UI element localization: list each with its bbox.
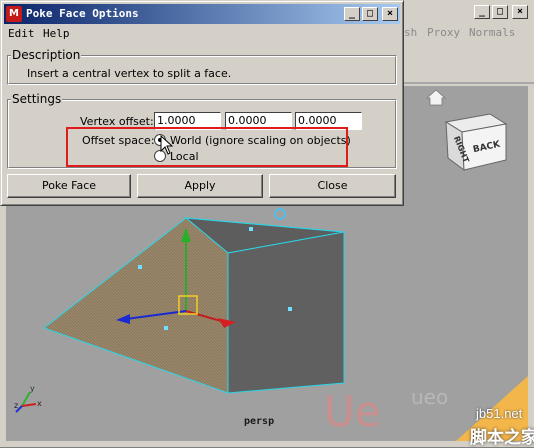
axis-x-label: x [37, 399, 42, 408]
watermark-site-cn: 脚本之家 [470, 428, 534, 447]
apply-button[interactable]: Apply [137, 174, 263, 198]
watermark-logo: Ue [324, 387, 381, 436]
dialog-window-controls: _ □ × [344, 7, 398, 21]
dialog-menubar: Edit Help [4, 26, 400, 43]
watermark-site: jb51.net [476, 406, 523, 421]
description-title: Description [11, 48, 82, 62]
pivot-ring[interactable] [274, 208, 286, 220]
vertex[interactable] [138, 265, 142, 269]
maya-close-button[interactable]: × [512, 5, 528, 19]
axis-z-label: z [14, 401, 18, 410]
maya-maximize-button[interactable]: □ [492, 5, 508, 19]
maya-icon: M [6, 6, 22, 22]
maya-menu-normals[interactable]: Normals [469, 26, 515, 39]
home-icon[interactable] [425, 89, 447, 106]
poke-face-options-dialog: M Poke Face Options _ □ × Edit Help Desc… [0, 0, 404, 206]
mesh-front-face[interactable] [227, 231, 345, 394]
close-button[interactable]: Close [269, 174, 396, 198]
menu-help[interactable]: Help [43, 27, 70, 40]
axis-y-label: y [30, 384, 35, 393]
dialog-minimize-button[interactable]: _ [344, 7, 360, 21]
maya-menu-mesh[interactable]: sh [404, 26, 417, 39]
maya-window-controls: _ □ × [474, 5, 528, 19]
vertex[interactable] [288, 307, 292, 311]
vertex[interactable] [164, 326, 168, 330]
camera-label: persp [244, 416, 275, 427]
dialog-titlebar[interactable]: M Poke Face Options _ □ × [4, 4, 400, 24]
menu-edit[interactable]: Edit [8, 27, 35, 40]
mouse-cursor-icon [160, 135, 174, 155]
dialog-maximize-button[interactable]: □ [362, 7, 378, 21]
maya-minimize-button[interactable]: _ [474, 5, 490, 19]
settings-title: Settings [11, 92, 63, 106]
vertex[interactable] [249, 227, 253, 231]
mesh-selected-face[interactable] [42, 217, 229, 394]
watermark-logo-text: ueo [411, 385, 448, 409]
dialog-title: Poke Face Options [26, 7, 139, 20]
poke-face-button[interactable]: Poke Face [7, 174, 131, 198]
description-text: Insert a central vertex to split a face. [27, 67, 232, 80]
dialog-close-button[interactable]: × [382, 7, 398, 21]
highlight-box [66, 127, 348, 167]
maya-menu-proxy[interactable]: Proxy [427, 26, 460, 39]
